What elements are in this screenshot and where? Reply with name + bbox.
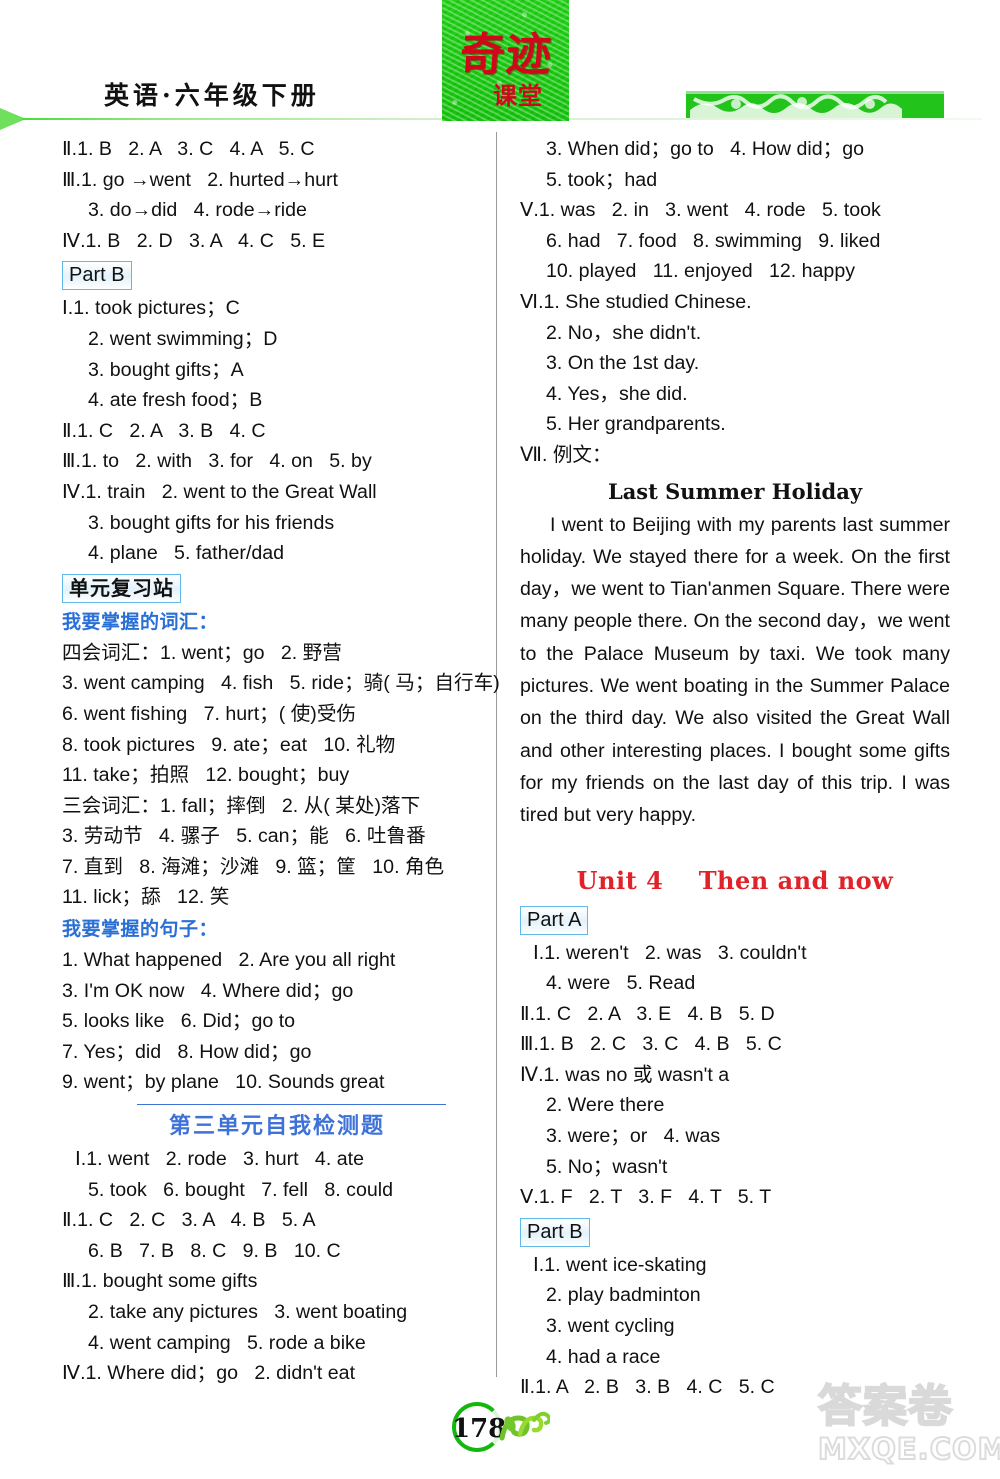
- answer-line: Ⅲ.1. to 2. with 3. for 4. on 5. by: [62, 450, 372, 473]
- answer-line: Ⅴ.1. was 2. in 3. went 4. rode 5. took: [520, 199, 881, 222]
- vocab-line: 3. went camping 4. fish 5. ride；骑( 马；自行车…: [62, 672, 500, 695]
- answer-line: 3. went cycling: [546, 1315, 675, 1338]
- book-title: 英语·六年级下册: [104, 81, 320, 110]
- answer-line: Ⅱ.1. B 2. A 3. C 4. A 5. C: [62, 138, 315, 160]
- answer-line: 4. were 5. Read: [546, 972, 696, 995]
- section-label-part-b: Part B: [62, 261, 132, 291]
- answer-line: 3. When did；go to 4. How did；go: [546, 138, 865, 160]
- answer-line: 4. plane 5. father/dad: [88, 542, 285, 565]
- answer-line: 2. went swimming；D: [88, 327, 278, 350]
- answer-line: 10. played 11. enjoyed 12. happy: [546, 260, 856, 283]
- answer-line: Ⅴ.1. F 2. T 3. F 4. T 5. T: [520, 1186, 772, 1209]
- answer-line: 2. play badminton: [546, 1284, 701, 1307]
- essay-body: I went to Beijing with my parents last s…: [520, 513, 950, 827]
- answer-line: 3. do→did 4. rode→ride: [88, 199, 307, 222]
- unit-self-test-title: 第三单元自我检测题: [62, 1098, 492, 1144]
- brand-logo: 奇迹 课堂: [442, 0, 569, 121]
- watermark-cn-text: 答案卷: [817, 1381, 953, 1433]
- section-label-part-b: Part B: [520, 1217, 590, 1247]
- answer-line: Ⅳ.1. B 2. D 3. A 4. C 5. E: [62, 229, 326, 252]
- vocab-line: 三会词汇：1. fall；摔倒 2. 从( 某处)落下: [62, 794, 421, 817]
- answer-line: 2. No，she didn't.: [546, 321, 702, 344]
- answer-line: 3. bought gifts；A: [88, 358, 244, 381]
- answer-line: Ⅱ.1. C 2. C 3. A 4. B 5. A: [62, 1209, 316, 1232]
- left-column: Ⅱ.1. B 2. A 3. C 4. A 5. C Ⅲ.1. go →went…: [62, 134, 500, 1389]
- answer-line: Ⅲ.1. B 2. C 3. C 4. B 5. C: [520, 1033, 782, 1056]
- column-divider: [496, 132, 497, 1377]
- answer-line: Ⅲ.1. bought some gifts: [62, 1270, 258, 1293]
- unit-4-heading: Unit 4 Then and now: [576, 865, 894, 895]
- answer-line: Ⅱ.1. C 2. A 3. B 4. C: [62, 419, 266, 442]
- vocab-line: 11. take；拍照 12. bought；buy: [62, 764, 350, 787]
- answer-line: Ⅵ.1. She studied Chinese.: [520, 290, 752, 313]
- answer-line: 2. take any pictures 3. went boating: [88, 1301, 408, 1323]
- page-number-badge: 178: [452, 1402, 552, 1454]
- answer-line: 4. had a race: [546, 1345, 661, 1368]
- answer-line: Ⅳ.1. Where did；go 2. didn't eat: [62, 1362, 356, 1385]
- answer-line: Ⅳ.1. train 2. went to the Great Wall: [62, 480, 377, 503]
- answer-line: 5. took 6. bought 7. fell 8. could: [88, 1178, 393, 1201]
- answer-line: 6. had 7. food 8. swimming 9. liked: [546, 229, 881, 252]
- section-label-unit-review: 单元复习站: [62, 573, 181, 603]
- answer-line: 6. B 7. B 8. C 9. B 10. C: [88, 1239, 341, 1262]
- answer-line: 5. Her grandparents.: [546, 413, 726, 436]
- vocab-heading: 我要掌握的词汇：: [62, 610, 219, 633]
- vocab-line: 3. 劳动节 4. 骡子 5. can；能 6. 吐鲁番: [62, 825, 426, 848]
- answer-line: Ⅳ.1. was no 或 wasn't a: [520, 1063, 730, 1086]
- sentence-line: 1. What happened 2. Are you all right: [62, 949, 396, 972]
- brand-logo-sub-text: 课堂: [493, 82, 543, 110]
- vocab-line: 四会词汇：1. went；go 2. 野营: [62, 641, 342, 664]
- vocab-line: 6. went fishing 7. hurt；( 使)受伤: [62, 702, 357, 725]
- sentence-line: 7. Yes；did 8. How did；go: [62, 1040, 312, 1063]
- answer-line: 4. went camping 5. rode a bike: [88, 1331, 366, 1354]
- answer-line: 3. bought gifts for his friends: [88, 511, 335, 534]
- decorative-scroll-band-icon: [684, 88, 946, 121]
- vocab-line: 11. lick；舔 12. 笑: [62, 886, 230, 909]
- sentence-line: 3. I'm OK now 4. Where did；go: [62, 979, 354, 1002]
- brand-logo-main-text: 奇迹: [458, 28, 554, 81]
- sentence-line: 9. went；by plane 10. Sounds great: [62, 1071, 385, 1094]
- answer-line: 4. ate fresh food；B: [88, 389, 263, 412]
- answer-line: 5. took；had: [546, 168, 658, 191]
- answer-line: 3. were；or 4. was: [546, 1125, 721, 1148]
- sentence-heading: 我要掌握的句子：: [62, 918, 219, 941]
- answer-line: Ⅰ.1. went ice-skating: [533, 1253, 707, 1276]
- essay-title: Last Summer Holiday: [607, 478, 863, 504]
- answer-line: 4. Yes，she did.: [546, 382, 688, 405]
- answer-line: Ⅰ.1. weren't 2. was 3. couldn't: [533, 941, 807, 964]
- vocab-line: 7. 直到 8. 海滩；沙滩 9. 篮；筐 10. 角色: [62, 855, 445, 878]
- answer-line: 5. No；wasn't: [546, 1155, 668, 1178]
- vocab-line: 8. took pictures 9. ate；eat 10. 礼物: [62, 733, 396, 756]
- sample-essay-label: Ⅶ. 例文：: [520, 443, 612, 466]
- site-watermark: 答案卷 MXQE.COM: [817, 1381, 1000, 1474]
- section-label-part-a: Part A: [520, 905, 589, 935]
- vine-decoration-icon: [498, 1404, 552, 1453]
- answer-line: Ⅱ.1. C 2. A 3. E 4. B 5. D: [520, 1002, 775, 1025]
- answer-line: Ⅲ.1. go →went 2. hurted→hurt: [62, 168, 338, 191]
- answer-line: 2. Were there: [546, 1094, 665, 1117]
- answer-line: Ⅰ.1. took pictures；C: [62, 297, 240, 320]
- watermark-en-text: MXQE.COM: [817, 1431, 1000, 1467]
- answer-line: 3. On the 1st day.: [546, 352, 700, 375]
- right-column: 3. When did；go to 4. How did；go 5. took；…: [520, 134, 950, 1403]
- page-header: 英语·六年级下册 奇迹 课堂: [0, 0, 1000, 132]
- sentence-line: 5. looks like 6. Did；go to: [62, 1010, 296, 1033]
- answer-line: Ⅰ.1. went 2. rode 3. hurt 4. ate: [75, 1148, 364, 1171]
